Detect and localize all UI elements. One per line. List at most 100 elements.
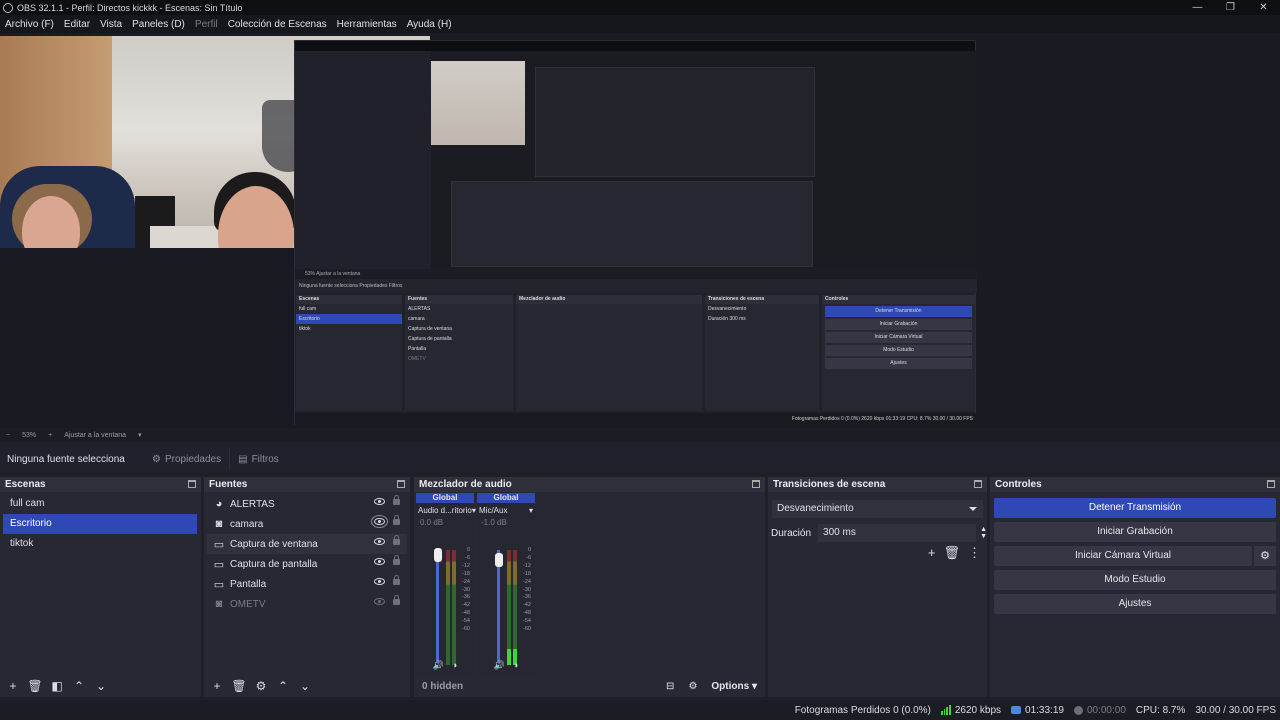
scene-filters-icon[interactable]: ◧ — [47, 679, 67, 693]
properties-button[interactable]: ⚙ Propiedades — [144, 448, 229, 470]
move-down-icon[interactable]: ⌄ — [91, 679, 111, 693]
start-virtual-camera-button[interactable]: Iniciar Cámara Virtual — [994, 546, 1252, 566]
move-up-icon[interactable]: ⌃ — [273, 679, 293, 693]
zoom-in-button[interactable]: + — [42, 432, 58, 439]
headphones-icon[interactable]: ◑ — [452, 660, 457, 671]
lock-icon[interactable] — [393, 535, 400, 545]
add-icon[interactable]: + — [3, 679, 23, 693]
signal-icon — [940, 705, 951, 715]
add-icon[interactable]: + — [207, 679, 227, 693]
lock-icon[interactable] — [393, 575, 400, 585]
zoom-fit-dropdown[interactable]: Ajustar a la ventana — [58, 432, 132, 439]
menu-perfil: Perfil — [194, 18, 218, 30]
source-label: OMETV — [230, 598, 266, 610]
eye-icon[interactable] — [371, 515, 388, 528]
scene-item-escritorio[interactable]: Escritorio — [3, 514, 197, 534]
filters-button[interactable]: ▤ Filtros — [229, 448, 287, 470]
nested-mixer-panel: Mezclador de audio — [516, 295, 702, 411]
settings-button[interactable]: Ajustes — [994, 594, 1276, 614]
eye-icon[interactable] — [374, 498, 385, 505]
source-item-camara[interactable]: ◙ camara — [207, 514, 407, 534]
filters-label: Filtros — [251, 453, 279, 465]
title-bar: OBS 32.1.1 - Perfil: Directos kickkk - E… — [0, 0, 1280, 15]
lock-icon[interactable] — [393, 555, 400, 565]
fader-handle[interactable] — [434, 548, 442, 562]
advanced-audio-icon[interactable]: ⚙ — [688, 681, 697, 692]
menu-editar[interactable]: Editar — [59, 19, 95, 30]
speaker-icon[interactable]: 🔊 — [433, 660, 444, 671]
zoom-out-button[interactable]: − — [0, 432, 16, 439]
nested-zoom-bar: 53% Ajustar a la ventana — [295, 269, 977, 279]
add-icon[interactable]: + — [928, 545, 936, 561]
lock-icon[interactable] — [393, 495, 400, 505]
transitions-dock: Transiciones de escena Desvanecimiento D… — [768, 477, 987, 697]
start-recording-button[interactable]: Iniciar Grabación — [994, 522, 1276, 542]
lock-icon[interactable] — [393, 595, 400, 605]
hidden-count[interactable]: 0 hidden — [422, 681, 463, 692]
source-item-ometv[interactable]: ◙ OMETV — [207, 594, 407, 614]
source-item-alertas[interactable]: ◕ ALERTAS — [207, 494, 407, 514]
volume-fader[interactable] — [436, 550, 439, 665]
eye-icon[interactable] — [374, 578, 385, 585]
transition-select[interactable]: Desvanecimiento — [772, 500, 983, 518]
trash-icon[interactable]: 🗑 — [943, 545, 960, 561]
studio-mode-button[interactable]: Modo Estudio — [994, 570, 1276, 590]
volume-fader[interactable] — [497, 550, 500, 665]
source-item-captura-ventana[interactable]: ▭ Captura de ventana — [207, 534, 407, 554]
undock-icon[interactable] — [397, 480, 405, 488]
duration-input[interactable]: 300 ms — [818, 524, 977, 542]
move-up-icon[interactable]: ⌃ — [69, 679, 89, 693]
menu-herramientas[interactable]: Herramientas — [332, 19, 402, 30]
lock-icon[interactable] — [393, 515, 400, 525]
more-options-icon[interactable]: ⋮ — [968, 545, 981, 561]
source-item-captura-pantalla[interactable]: ▭ Captura de pantalla — [207, 554, 407, 574]
speaker-icon[interactable]: 🔊 — [494, 660, 505, 671]
transitions-title: Transiciones de escena — [773, 479, 886, 490]
gear-icon[interactable]: ⚙ — [1254, 546, 1276, 566]
trash-icon[interactable]: 🗑 — [229, 679, 249, 693]
status-bar: Fotogramas Perdidos 0 (0.0%) 2620 kbps 0… — [0, 700, 1280, 720]
scene-item-full-cam[interactable]: full cam — [3, 494, 197, 514]
eye-icon[interactable] — [374, 538, 385, 545]
stepper-icon[interactable]: ▲ ▼ — [980, 526, 987, 540]
eye-icon[interactable] — [374, 558, 385, 565]
gear-icon[interactable]: ⚙ — [251, 679, 271, 693]
close-icon[interactable]: ✕ — [1247, 0, 1280, 15]
source-item-pantalla[interactable]: ▭ Pantalla — [207, 574, 407, 594]
scenes-toolbar: + 🗑 ◧ ⌃ ⌄ — [0, 675, 201, 697]
fps: 30.00 / 30.00 FPS — [1195, 704, 1276, 716]
sources-toolbar: + 🗑 ⚙ ⌃ ⌄ — [204, 675, 410, 697]
bitrate: 2620 kbps — [954, 704, 1002, 716]
source-label: Pantalla — [230, 578, 267, 590]
eye-hidden-icon[interactable] — [374, 598, 385, 605]
undock-icon[interactable] — [974, 480, 982, 488]
move-down-icon[interactable]: ⌄ — [295, 679, 315, 693]
channel-global-label: Global — [416, 493, 474, 503]
menu-paneles[interactable]: Paneles (D) — [127, 19, 190, 30]
options-button[interactable]: Options ▾ — [711, 681, 757, 692]
stop-streaming-button[interactable]: Detener Transmisión — [994, 498, 1276, 518]
menu-vista[interactable]: Vista — [95, 19, 127, 30]
channel-name-dropdown[interactable]: Mic/Aux ▾ — [477, 503, 535, 518]
channel-name-dropdown[interactable]: Audio d...ritorio ▾ — [416, 503, 476, 518]
menu-coleccion[interactable]: Colección de Escenas — [223, 19, 332, 30]
undock-icon[interactable] — [188, 480, 196, 488]
trash-icon[interactable]: 🗑 — [25, 679, 45, 693]
chevron-down-icon[interactable]: ▾ — [132, 431, 148, 439]
layout-icon[interactable]: ⊟ — [666, 681, 674, 692]
menu-ayuda[interactable]: Ayuda (H) — [402, 19, 457, 30]
nested-camera — [431, 61, 525, 145]
chevron-down-icon — [969, 507, 977, 511]
fader-handle[interactable] — [495, 553, 503, 567]
scene-item-tiktok[interactable]: tiktok — [3, 534, 197, 554]
undock-icon[interactable] — [1267, 480, 1275, 488]
minimize-icon[interactable]: — — [1181, 0, 1214, 15]
maximize-icon[interactable]: ❐ — [1214, 0, 1247, 15]
undock-icon[interactable] — [752, 480, 760, 488]
headphones-icon[interactable]: ◑ — [513, 660, 518, 671]
display-capture-icon: ▭ — [213, 558, 225, 571]
properties-label: Propiedades — [164, 453, 222, 465]
nested-controls-panel: Controles Detener Transmisión Iniciar Gr… — [822, 295, 975, 411]
browser-icon: ◕ — [215, 498, 223, 510]
menu-archivo[interactable]: Archivo (F) — [0, 19, 59, 30]
